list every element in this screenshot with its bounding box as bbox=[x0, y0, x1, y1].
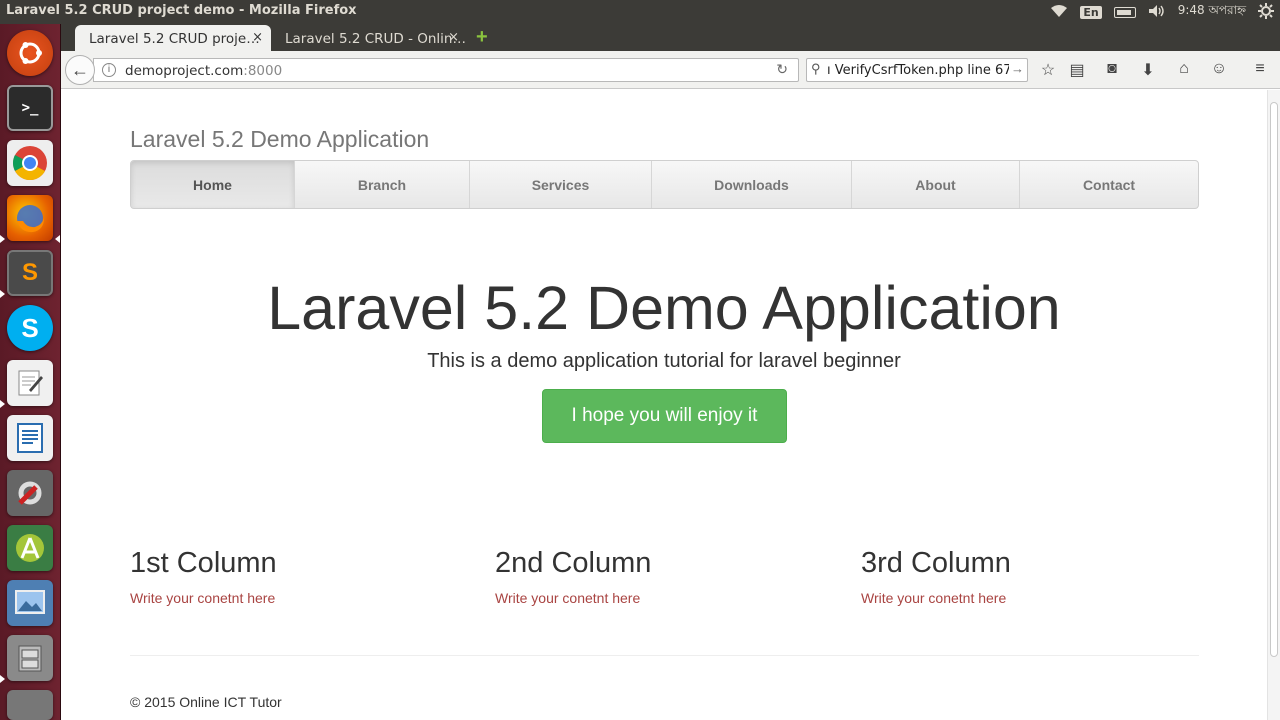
battery-icon[interactable] bbox=[1113, 6, 1136, 18]
hero-subtitle: This is a demo application tutorial for … bbox=[427, 350, 901, 372]
firefox-icon[interactable] bbox=[7, 195, 53, 241]
pocket-icon[interactable]: ◙ bbox=[1102, 60, 1122, 78]
reading-list-icon[interactable]: ▤ bbox=[1067, 60, 1087, 80]
tab-label: Laravel 5.2 CRUD - Onlin… bbox=[285, 31, 466, 47]
android-studio-icon[interactable] bbox=[7, 525, 53, 571]
search-go-icon[interactable]: → bbox=[1009, 61, 1024, 76]
bookmark-star-icon[interactable]: ☆ bbox=[1038, 60, 1058, 80]
wifi-icon[interactable] bbox=[1050, 4, 1068, 21]
ubuntu-dash-icon[interactable] bbox=[7, 30, 53, 76]
column-title: 1st Column bbox=[130, 547, 277, 579]
column-1: 1st Column Write your conetnt here bbox=[130, 547, 277, 606]
column-text: Write your conetnt here bbox=[861, 590, 1007, 606]
tab-label: Laravel 5.2 CRUD proje… bbox=[89, 31, 260, 47]
tab-laravel-crud-online[interactable]: Laravel 5.2 CRUD - Onlin… × bbox=[271, 25, 467, 51]
hello-chat-icon[interactable]: ☺ bbox=[1209, 60, 1229, 78]
nav-services[interactable]: Services bbox=[470, 161, 652, 208]
running-indicator bbox=[0, 235, 5, 243]
nav-branch[interactable]: Branch bbox=[295, 161, 470, 208]
file-cabinet-icon[interactable] bbox=[7, 635, 53, 681]
window-title: Laravel 5.2 CRUD project demo - Mozilla … bbox=[6, 3, 357, 18]
column-2: 2nd Column Write your conetnt here bbox=[495, 547, 651, 606]
running-indicator bbox=[0, 675, 5, 683]
clock[interactable]: 9:48 অপরাহ্ন bbox=[1178, 2, 1246, 22]
running-indicator bbox=[0, 290, 5, 298]
sublime-text-icon[interactable]: S bbox=[7, 250, 53, 296]
running-indicator bbox=[0, 400, 5, 408]
drawer-icon[interactable] bbox=[7, 690, 53, 720]
nav-downloads[interactable]: Downloads bbox=[652, 161, 852, 208]
url-port: :8000 bbox=[243, 63, 283, 79]
chrome-icon[interactable] bbox=[7, 140, 53, 186]
search-icon: ⚲ bbox=[811, 61, 821, 76]
nav-home[interactable]: Home bbox=[131, 161, 295, 208]
url-host: demoproject.com bbox=[125, 63, 244, 79]
downloads-icon[interactable]: ⬇ bbox=[1138, 60, 1158, 80]
scrollbar-thumb[interactable] bbox=[1270, 102, 1278, 657]
text-editor-icon[interactable] bbox=[7, 360, 53, 406]
search-bar[interactable]: ⚲ ı VerifyCsrfToken.php line 67: → bbox=[806, 58, 1028, 82]
back-arrow-icon: ← bbox=[71, 59, 89, 80]
close-tab-icon[interactable]: × bbox=[252, 30, 263, 45]
site-info-icon[interactable]: i bbox=[102, 63, 116, 77]
column-title: 2nd Column bbox=[495, 547, 652, 579]
column-title: 3rd Column bbox=[861, 547, 1011, 579]
session-gear-icon[interactable] bbox=[1258, 2, 1274, 22]
image-viewer-icon[interactable] bbox=[7, 580, 53, 626]
libreoffice-writer-icon[interactable] bbox=[7, 415, 53, 461]
focused-indicator bbox=[55, 235, 60, 243]
back-button[interactable]: ← bbox=[65, 55, 95, 85]
tab-laravel-crud-demo[interactable]: Laravel 5.2 CRUD proje… × bbox=[75, 25, 271, 51]
system-settings-icon[interactable] bbox=[7, 470, 53, 516]
launcher: >_ S S bbox=[0, 24, 61, 720]
enjoy-button[interactable]: I hope you will enjoy it bbox=[542, 389, 787, 443]
system-tray: En 9:48 অপরাহ্ন bbox=[1050, 0, 1274, 24]
close-tab-icon[interactable]: × bbox=[448, 30, 459, 45]
menu-hamburger-icon[interactable]: ≡ bbox=[1250, 60, 1270, 78]
navigation-toolbar: i demoproject.com:8000 ↻ ← ⚲ ı VerifyCsr… bbox=[61, 51, 1280, 89]
volume-icon[interactable] bbox=[1148, 4, 1166, 21]
skype-icon[interactable]: S bbox=[7, 305, 53, 351]
hero-title: Laravel 5.2 Demo Application bbox=[267, 274, 1061, 342]
tab-strip: Laravel 5.2 CRUD proje… × Laravel 5.2 CR… bbox=[61, 24, 1280, 51]
site-brand[interactable]: Laravel 5.2 Demo Application bbox=[130, 126, 429, 153]
column-text: Write your conetnt here bbox=[130, 590, 276, 606]
site-navbar: Home Branch Services Downloads About Con… bbox=[130, 160, 1199, 209]
search-input[interactable]: ı VerifyCsrfToken.php line 67: bbox=[827, 63, 1016, 78]
system-top-bar: Laravel 5.2 CRUD project demo - Mozilla … bbox=[0, 0, 1280, 24]
footer-divider bbox=[130, 655, 1199, 656]
column-3: 3rd Column Write your conetnt here bbox=[861, 547, 1011, 606]
home-icon[interactable]: ⌂ bbox=[1174, 60, 1194, 78]
new-tab-button[interactable]: + bbox=[476, 27, 488, 47]
nav-contact[interactable]: Contact bbox=[1020, 161, 1198, 208]
url-text[interactable]: demoproject.com:8000 bbox=[125, 63, 282, 79]
reload-icon[interactable]: ↻ bbox=[776, 61, 788, 78]
keyboard-layout-indicator[interactable]: En bbox=[1080, 5, 1102, 19]
address-bar[interactable]: i demoproject.com:8000 ↻ bbox=[93, 58, 799, 82]
column-text: Write your conetnt here bbox=[495, 590, 641, 606]
terminal-icon[interactable]: >_ bbox=[7, 85, 53, 131]
vertical-scrollbar[interactable] bbox=[1267, 90, 1280, 720]
footer-copyright: © 2015 Online ICT Tutor bbox=[130, 694, 282, 710]
page-viewport: Laravel 5.2 Demo Application Home Branch… bbox=[61, 90, 1267, 720]
nav-about[interactable]: About bbox=[852, 161, 1020, 208]
